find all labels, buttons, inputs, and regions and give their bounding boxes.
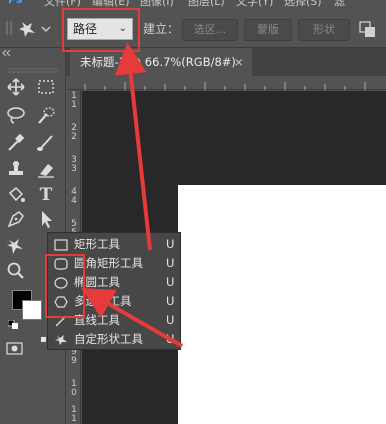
arrow-to-mode-select (114, 42, 152, 251)
annotation-arrows (81, 42, 183, 348)
arrow-to-shape-icons (81, 288, 183, 348)
